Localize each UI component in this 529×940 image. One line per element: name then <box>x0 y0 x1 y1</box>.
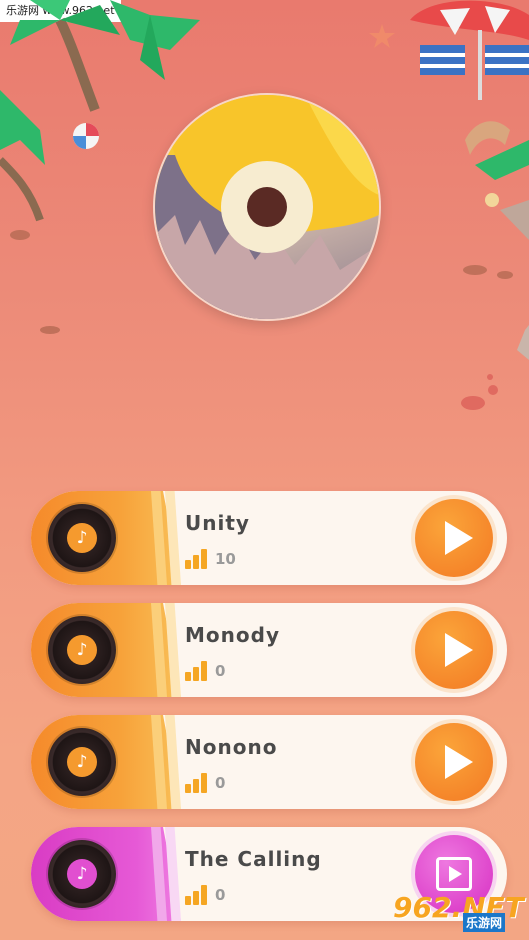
score-bars-icon <box>185 661 209 681</box>
play-button[interactable] <box>415 723 493 801</box>
starfish-icon <box>369 24 395 48</box>
song-card[interactable]: ♪ Nonono 0 <box>31 715 507 809</box>
play-button[interactable] <box>415 611 493 689</box>
song-title: Unity <box>185 511 250 535</box>
vinyl-record-icon: ♪ <box>48 728 116 796</box>
song-card[interactable]: ♪ Monody 0 <box>31 603 507 697</box>
music-note-icon: ♪ <box>67 635 97 665</box>
play-icon <box>445 633 473 667</box>
song-title: Nonono <box>185 735 278 759</box>
vinyl-record-icon: ♪ <box>48 504 116 572</box>
video-icon <box>436 857 472 891</box>
song-score: 0 <box>215 662 226 680</box>
vinyl-record-icon: ♪ <box>48 840 116 908</box>
play-icon <box>445 521 473 555</box>
disc-label <box>221 161 313 253</box>
disc-center-hole <box>247 187 287 227</box>
play-icon <box>445 745 473 779</box>
beach-ball-icon <box>73 123 99 149</box>
song-title: Monody <box>185 623 280 647</box>
song-score: 10 <box>215 550 236 568</box>
song-score: 0 <box>215 886 226 904</box>
music-note-icon: ♪ <box>67 523 97 553</box>
vinyl-record-icon: ♪ <box>48 616 116 684</box>
play-button[interactable] <box>415 499 493 577</box>
beach-umbrella-icon <box>410 0 529 100</box>
music-note-icon: ♪ <box>67 747 97 777</box>
song-card[interactable]: ♪ Unity 10 <box>31 491 507 585</box>
song-score: 0 <box>215 774 226 792</box>
score-bars-icon <box>185 773 209 793</box>
watermark-logo: 962.NET 乐游网 <box>393 887 525 935</box>
song-title: The Calling <box>185 847 322 871</box>
music-note-icon: ♪ <box>67 859 97 889</box>
score-bars-icon <box>185 885 209 905</box>
watermark-logo-sub: 乐游网 <box>463 913 506 932</box>
album-disc <box>153 93 381 321</box>
score-bars-icon <box>185 549 209 569</box>
